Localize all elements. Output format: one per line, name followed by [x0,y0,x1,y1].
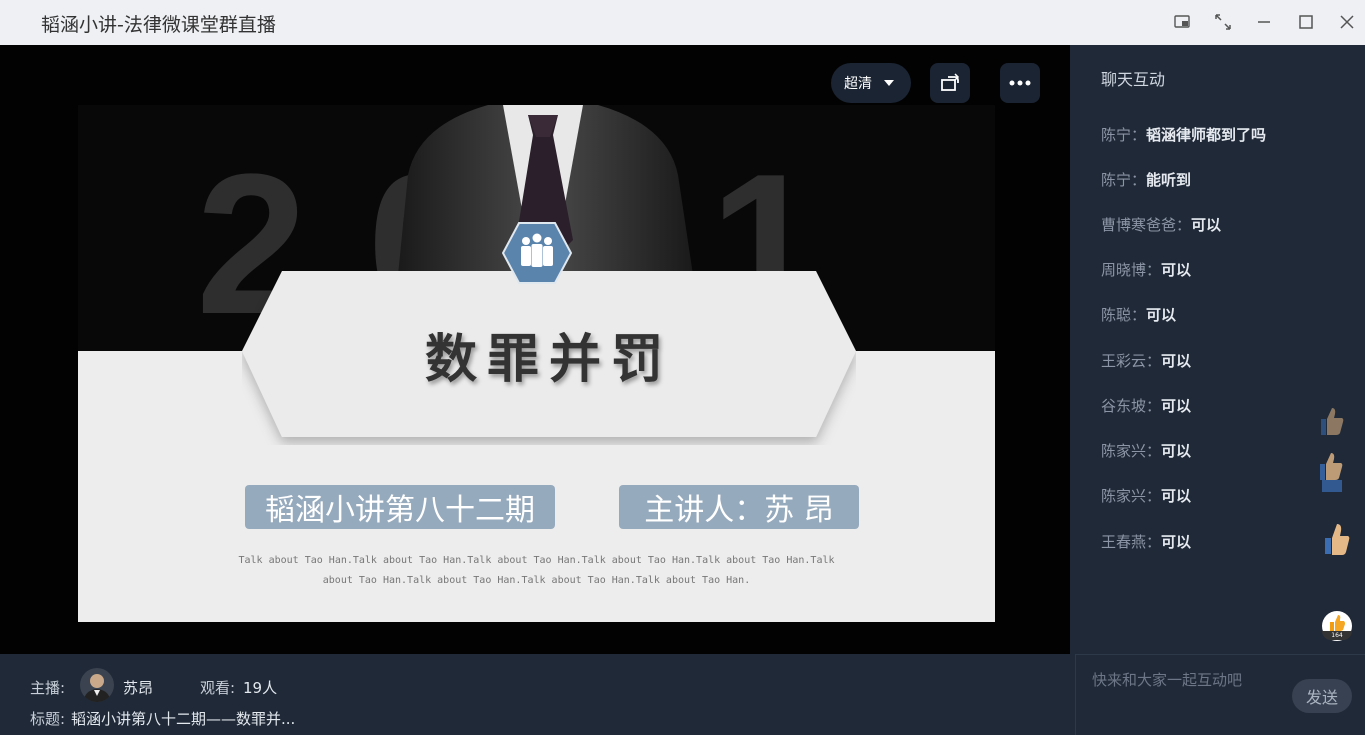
quality-select[interactable]: 超清 [831,63,911,103]
viewers-label: 观看: [200,679,236,697]
maximize-icon[interactable] [1294,10,1318,34]
chat-text: 韬涵律师都到了吗 [1146,126,1267,144]
chat-panel: 聊天互动 陈宁：韬涵律师都到了吗 陈宁：能听到 曹博寒爸爸：可以 周晓博：可以 … [1070,45,1365,655]
chat-message: 王春燕：可以 [1101,531,1191,552]
chat-text: 可以 [1146,306,1177,324]
chat-text: 可以 [1161,487,1192,505]
chat-message: 周晓博：可以 [1101,259,1191,280]
thumbs-up-icon [1325,524,1350,555]
chat-message: 陈聪：可以 [1101,304,1176,325]
title-bar: 韬涵小讲-法律微课堂群直播 [0,0,1365,45]
mini-player-icon[interactable] [1170,10,1194,34]
chat-message: 陈宁：韬涵律师都到了吗 [1101,124,1266,145]
like-button[interactable]: 164 [1322,611,1352,641]
speaker-label: 主讲人：苏 昂 [619,485,859,529]
chat-message: 陈家兴：可以 [1101,485,1191,506]
stream-info-bar: 主播: 苏昂 观看: 19人 标题: 韬涵小讲第八十二期——数罪并... [0,654,1075,735]
chat-user: 陈家兴： [1101,442,1162,460]
rotate-icon [941,73,960,91]
topic-value: 韬涵小讲第八十二期——数罪并... [71,710,296,728]
chat-input-placeholder: 快来和大家一起互动吧 [1092,671,1243,689]
avatar[interactable] [80,668,114,702]
host-name: 苏昂 [123,679,154,697]
viewers-count: 19人 [243,679,278,697]
thumbs-up-icon [1321,408,1344,435]
more-dots-icon [1009,80,1031,86]
presentation-slide: 2021 数罪并罚 [78,105,995,622]
chat-text: 可以 [1161,397,1192,415]
host-label: 主播: [30,679,66,697]
chat-text: 可以 [1161,442,1192,460]
window-title: 韬涵小讲-法律微课堂群直播 [41,14,276,36]
topic-label: 标题: [30,710,66,728]
slide-tagline: Talk about Tao Han.Talk about Tao Han.Ta… [238,555,835,586]
chat-user: 王彩云： [1101,352,1162,370]
chat-user: 陈家兴： [1101,487,1162,505]
minimize-icon[interactable] [1252,10,1276,34]
more-button[interactable] [1000,63,1040,103]
team-icon [502,222,572,284]
chat-message: 曹博寒爸爸：可以 [1101,214,1221,235]
chat-user: 谷东坡： [1101,397,1162,415]
chat-message: 谷东坡：可以 [1101,395,1191,416]
chat-user: 曹博寒爸爸： [1101,216,1192,234]
fullscreen-icon[interactable] [1211,10,1235,34]
video-player[interactable]: 超清 2021 数罪并罚 [0,45,1070,654]
quality-label: 超清 [844,76,872,92]
chat-heading: 聊天互动 [1101,70,1166,89]
close-icon[interactable] [1335,10,1359,34]
slide-title: 数罪并罚 [424,328,673,390]
chat-text: 可以 [1161,352,1192,370]
like-count: 164 [1322,631,1352,640]
chat-user: 陈聪： [1101,306,1147,324]
chat-message: 陈家兴：可以 [1101,440,1191,461]
chat-text: 可以 [1191,216,1222,234]
thumbs-up-icon [1320,453,1343,492]
chat-user: 王春燕： [1101,533,1162,551]
caret-down-icon [884,80,894,86]
chat-text: 可以 [1161,533,1192,551]
host-avatar-image [83,674,111,702]
chat-user: 周晓博： [1101,261,1162,279]
like-icon [1330,615,1345,631]
send-button[interactable]: 发送 [1292,679,1352,713]
chat-text: 可以 [1161,261,1192,279]
chat-user: 陈宁： [1101,126,1147,144]
episode-label: 韬涵小讲第八十二期 [245,485,555,529]
chat-message: 陈宁：能听到 [1101,169,1191,190]
rotate-button[interactable] [930,63,970,103]
chat-message: 王彩云：可以 [1101,350,1191,371]
chat-text: 能听到 [1146,171,1192,189]
chat-user: 陈宁： [1101,171,1147,189]
